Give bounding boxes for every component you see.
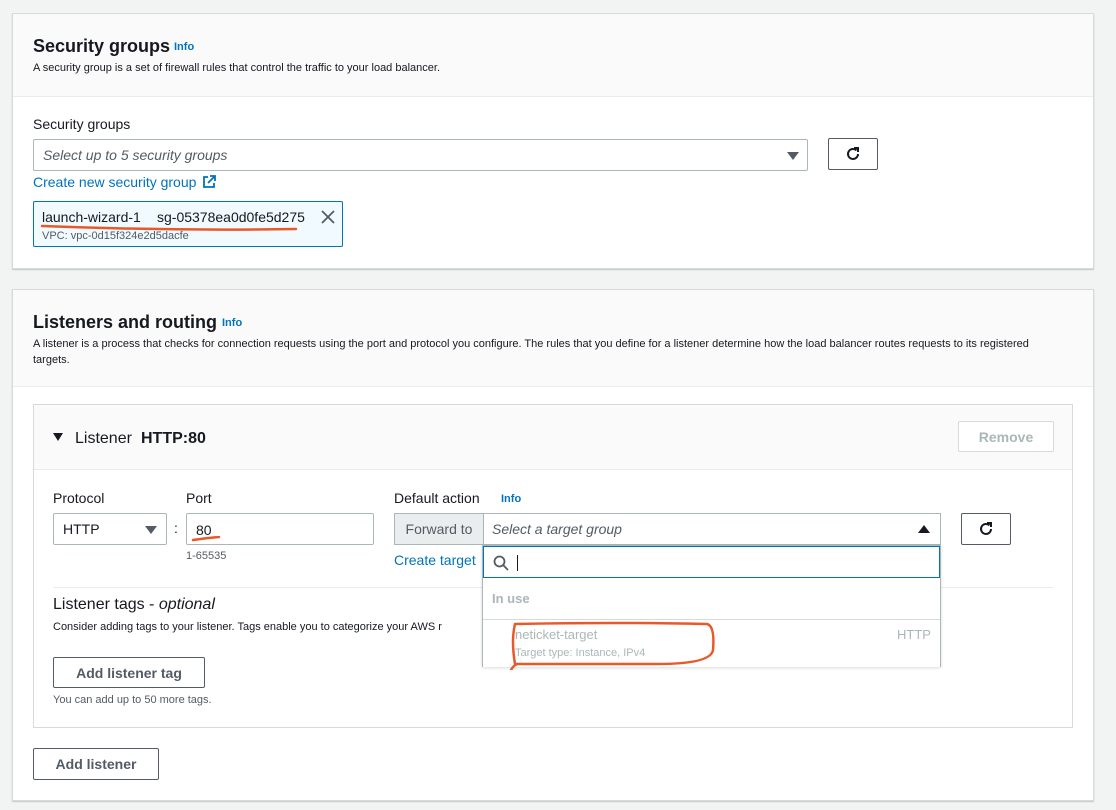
- target-group-dropdown: In use neticket-target HTTP Target type:…: [482, 545, 941, 670]
- default-action-info-link[interactable]: Info: [501, 493, 521, 505]
- option-protocol: HTTP: [897, 627, 931, 642]
- annotation-underline: [191, 536, 221, 542]
- annotation-underline: [40, 224, 298, 231]
- security-groups-info-link[interactable]: Info: [174, 41, 194, 53]
- listeners-description: A listener is a process that checks for …: [33, 338, 1029, 366]
- port-input[interactable]: 80: [186, 513, 374, 545]
- listeners-panel: Listeners and routing Info A listener is…: [12, 289, 1094, 801]
- security-groups-field-label: Security groups: [33, 116, 131, 132]
- security-groups-header: [13, 14, 1093, 97]
- listeners-info-link[interactable]: Info: [222, 317, 242, 329]
- dropdown-search-input[interactable]: [483, 546, 940, 578]
- security-groups-title: Security groups: [33, 36, 171, 56]
- remove-token-icon[interactable]: [321, 210, 335, 224]
- target-group-placeholder: Select a target group: [492, 521, 622, 537]
- caret-up-icon: [918, 525, 930, 533]
- refresh-target-groups-button[interactable]: [961, 513, 1011, 545]
- protocol-value: HTTP: [63, 521, 100, 537]
- text-cursor: [517, 555, 518, 571]
- create-security-group-link[interactable]: Create new security group: [33, 174, 217, 190]
- protocol-select[interactable]: HTTP: [53, 513, 167, 545]
- security-groups-panel: Security groups Info A security group is…: [12, 13, 1094, 269]
- listener-container: Listener HTTP:80 Remove Protocol HTTP : …: [33, 404, 1073, 728]
- listener-tags-title: Listener tags - optional: [53, 596, 215, 613]
- search-icon: [493, 555, 509, 571]
- port-hint: 1-65535: [186, 550, 227, 562]
- listeners-title: Listeners and routing: [33, 312, 218, 332]
- create-target-link[interactable]: Create target: [394, 552, 476, 568]
- remove-listener-button[interactable]: Remove: [958, 421, 1054, 452]
- tags-hint: You can add up to 50 more tags.: [53, 694, 212, 706]
- dropdown-option-neticket-target[interactable]: neticket-target HTTP Target type: Instan…: [483, 619, 940, 670]
- security-groups-description: A security group is a set of firewall ru…: [33, 62, 441, 74]
- selected-security-group-token: launch-wizard-1 sg-05378ea0d0fe5d275 VPC…: [33, 201, 343, 247]
- listener-protocol-port: HTTP:80: [141, 430, 206, 447]
- caret-down-icon: [787, 152, 799, 160]
- expand-caret-icon[interactable]: [53, 433, 63, 441]
- default-action-label: Default action: [394, 490, 480, 506]
- listener-name: Listener: [75, 430, 132, 447]
- security-groups-select[interactable]: Select up to 5 security groups: [33, 139, 808, 171]
- refresh-icon: [980, 522, 992, 535]
- refresh-icon: [847, 147, 859, 160]
- protocol-port-separator: :: [174, 520, 178, 536]
- token-group-name: launch-wizard-1: [42, 209, 141, 225]
- forward-to-label: Forward to: [394, 513, 483, 545]
- refresh-security-groups-button[interactable]: [828, 138, 878, 170]
- target-group-select[interactable]: Select a target group: [483, 513, 941, 545]
- token-group-id: sg-05378ea0d0fe5d275: [157, 209, 305, 225]
- caret-down-icon: [145, 526, 157, 534]
- port-label: Port: [186, 490, 212, 506]
- listener-tags-description: Consider adding tags to your listener. T…: [53, 621, 442, 633]
- external-link-icon: [203, 175, 217, 188]
- add-listener-tag-button[interactable]: Add listener tag: [53, 657, 205, 688]
- add-listener-button[interactable]: Add listener: [33, 748, 159, 780]
- protocol-label: Protocol: [53, 490, 105, 506]
- dropdown-group-label: In use: [492, 591, 530, 606]
- annotation-circle: [509, 621, 715, 670]
- security-groups-placeholder: Select up to 5 security groups: [43, 147, 228, 163]
